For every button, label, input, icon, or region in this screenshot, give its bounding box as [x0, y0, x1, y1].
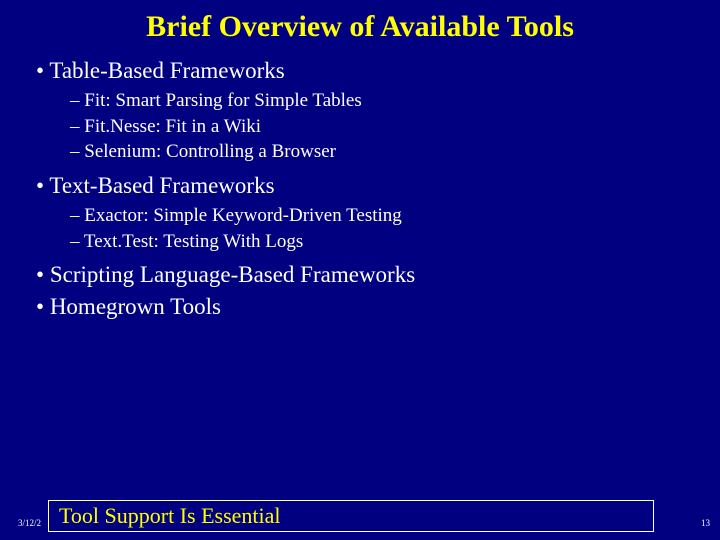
bullet-item: Table-Based Frameworks [28, 58, 700, 84]
sub-bullet-item: Exactor: Simple Keyword-Driven Testing [70, 203, 700, 229]
sub-bullet-item: Selenium: Controlling a Browser [70, 139, 700, 165]
sub-bullet-item: Fit.Nesse: Fit in a Wiki [70, 114, 700, 140]
footer-caption: Tool Support Is Essential [59, 503, 281, 529]
bullet-item: Homegrown Tools [28, 294, 700, 320]
slide: Brief Overview of Available Tools Table-… [0, 0, 720, 540]
slide-content: Table-Based Frameworks Fit: Smart Parsin… [0, 58, 720, 320]
sub-list: Exactor: Simple Keyword-Driven Testing T… [28, 203, 700, 254]
sub-bullet-item: Fit: Smart Parsing for Simple Tables [70, 88, 700, 114]
sub-list: Fit: Smart Parsing for Simple Tables Fit… [28, 88, 700, 165]
bullet-item: Text-Based Frameworks [28, 173, 700, 199]
footer-page-number: 13 [701, 518, 710, 528]
slide-title: Brief Overview of Available Tools [0, 0, 720, 52]
footer-date: 3/12/2 [18, 518, 41, 528]
bullet-item: Scripting Language-Based Frameworks [28, 262, 700, 288]
sub-bullet-item: Text.Test: Testing With Logs [70, 229, 700, 255]
slide-footer: 3/12/2 Tool Support Is Essential 13 [0, 500, 720, 532]
footer-caption-box: Tool Support Is Essential [48, 500, 654, 532]
